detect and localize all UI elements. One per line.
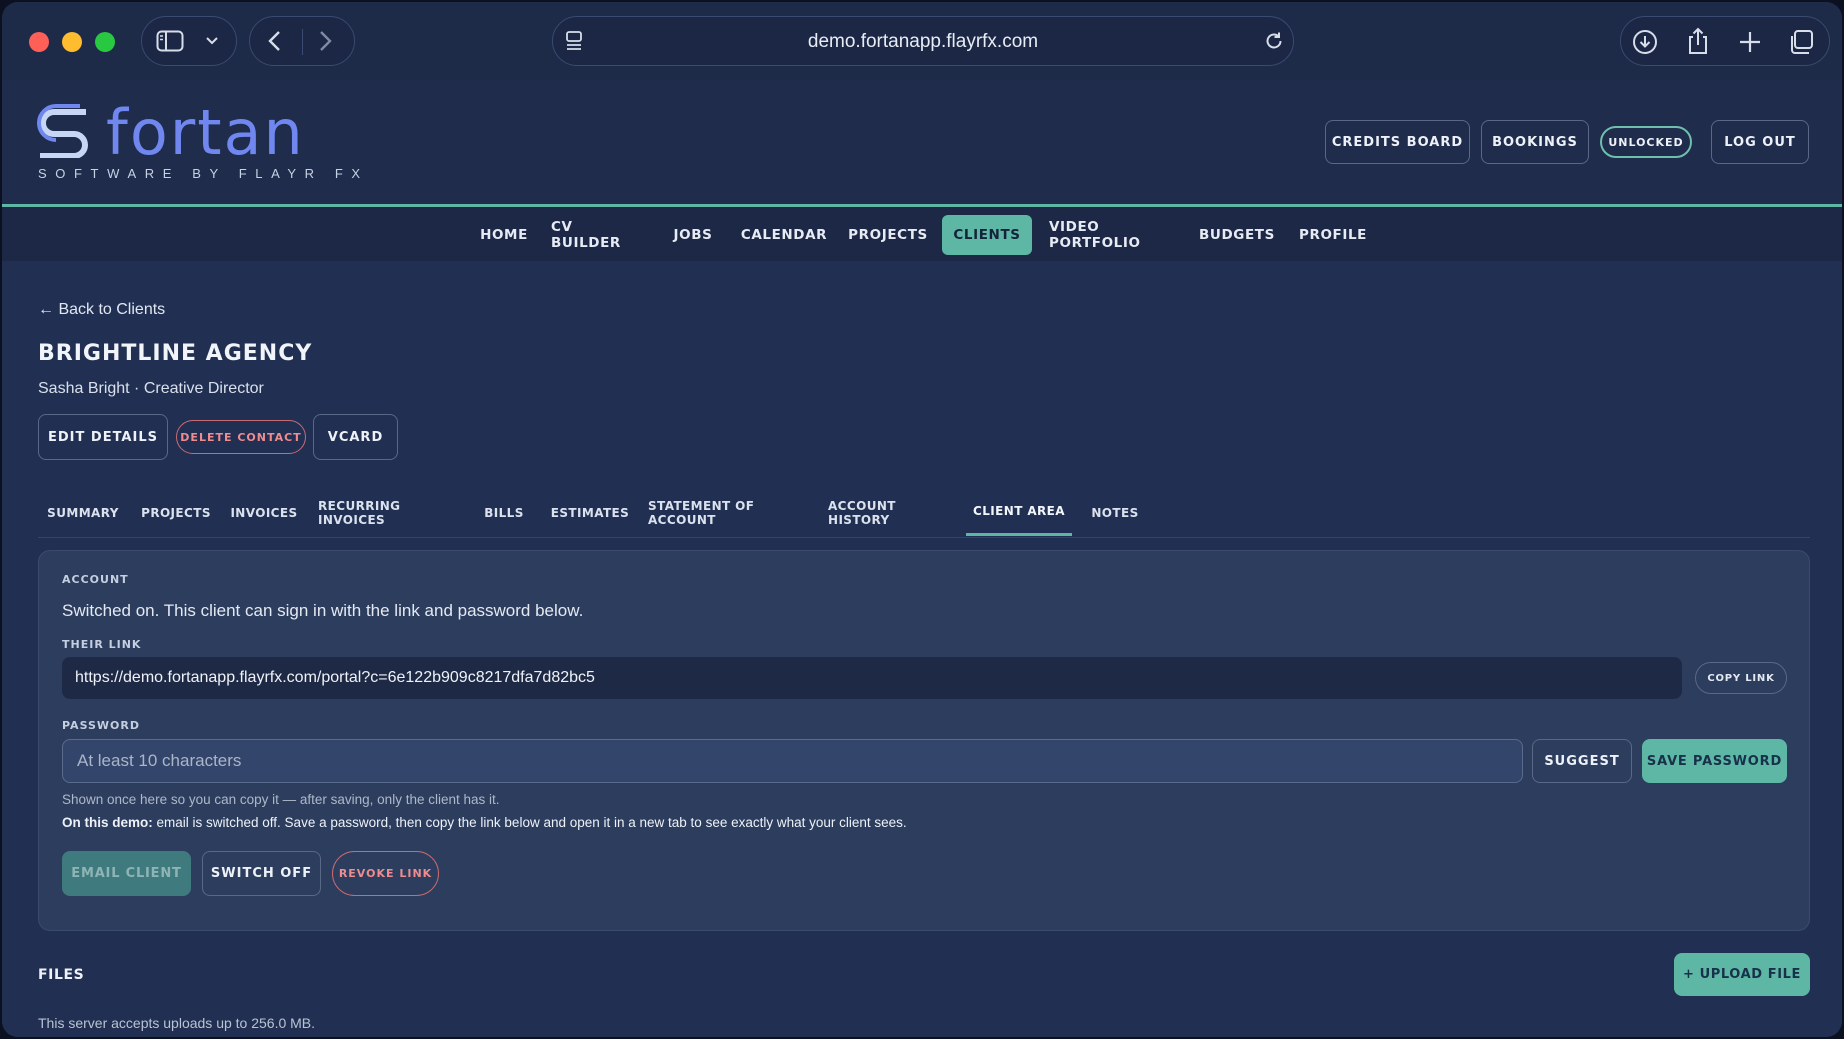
account-label: ACCOUNT [62,573,129,586]
email-client-button[interactable]: EMAIL CLIENT [62,851,191,896]
copy-link-button[interactable]: COPY LINK [1695,662,1787,694]
zoom-window-button[interactable] [95,32,115,52]
nav-clients[interactable]: CLIENTS [942,215,1032,255]
unlocked-badge[interactable]: UNLOCKED [1600,126,1692,158]
client-detail-page: ← Back to Clients BRIGHTLINE AGENCY Sash… [2,261,1842,1037]
chevron-down-icon[interactable] [204,33,220,49]
tab-client-area[interactable]: CLIENT AREA [966,489,1072,536]
nav-video-portfolio[interactable]: VIDEO PORTFOLIO [1049,215,1177,255]
nav-home[interactable]: HOME [472,215,536,255]
their-link-label: THEIR LINK [62,638,142,651]
browser-tools-group [1620,16,1830,66]
bookings-button[interactable]: BOOKINGS [1481,120,1589,164]
demo-note: On this demo: email is switched off. Sav… [62,815,907,830]
account-status: Switched on. This client can sign in wit… [62,601,584,620]
back-to-clients-link[interactable]: ← Back to Clients [38,301,165,319]
save-password-button[interactable]: SAVE PASSWORD [1642,739,1787,783]
brand-name[interactable]: fortan [106,102,305,164]
address-bar[interactable]: demo.fortanapp.flayrfx.com [552,16,1294,66]
nav-profile[interactable]: PROFILE [1297,215,1369,255]
nav-jobs[interactable]: JOBS [664,215,722,255]
password-label: PASSWORD [62,719,141,732]
tab-account-history[interactable]: ACCOUNT HISTORY [828,489,952,536]
brand-tagline: SOFTWARE BY FLAYR FX [38,166,369,181]
back-arrow-icon[interactable] [266,29,284,53]
nav-divider [302,29,303,55]
download-icon[interactable] [1631,28,1659,56]
portal-link-field[interactable]: https://demo.fortanapp.flayrfx.com/porta… [62,657,1682,699]
new-tab-icon[interactable] [1737,29,1763,55]
tab-statement-of-account[interactable]: STATEMENT OF ACCOUNT [648,489,812,536]
sidebar-toggle-group[interactable] [141,16,237,66]
tab-notes[interactable]: NOTES [1086,489,1144,536]
url-text[interactable]: demo.fortanapp.flayrfx.com [553,31,1293,53]
edit-details-button[interactable]: EDIT DETAILS [38,414,168,460]
client-subtitle: Sasha Bright · Creative Director [38,380,264,397]
browser-window: demo.fortanapp.flayrfx.com fortan SOFTWA… [2,2,1842,1037]
page-title: BRIGHTLINE AGENCY [38,341,313,366]
credits-board-button[interactable]: CREDITS BOARD [1325,120,1470,164]
revoke-link-button[interactable]: REVOKE LINK [332,851,439,896]
sidebar-icon[interactable] [156,30,184,52]
delete-contact-button[interactable]: DELETE CONTACT [176,420,306,454]
minimize-window-button[interactable] [62,32,82,52]
upload-file-button[interactable]: + UPLOAD FILE [1674,953,1810,996]
share-icon[interactable] [1685,26,1711,56]
close-window-button[interactable] [29,32,49,52]
browser-toolbar: demo.fortanapp.flayrfx.com [2,2,1842,80]
tab-recurring-invoices[interactable]: RECURRING INVOICES [318,489,460,536]
tab-overview-icon[interactable] [1787,28,1815,56]
client-tabs: SUMMARY PROJECTS INVOICES RECURRING INVO… [38,489,1810,538]
reload-icon[interactable] [1263,30,1285,52]
log-out-button[interactable]: LOG OUT [1711,120,1809,164]
main-nav: HOME CV BUILDER JOBS CALENDAR PROJECTS C… [2,207,1842,261]
switch-off-button[interactable]: SWITCH OFF [202,851,321,896]
suggest-password-button[interactable]: SUGGEST [1532,739,1632,783]
nav-calendar[interactable]: CALENDAR [740,215,828,255]
nav-budgets[interactable]: BUDGETS [1197,215,1277,255]
fortan-logo-icon [36,104,92,163]
tab-projects[interactable]: PROJECTS [140,489,212,536]
tab-bills[interactable]: BILLS [478,489,530,536]
demo-note-label: On this demo: [62,815,153,830]
history-nav-group [249,16,355,66]
password-input[interactable] [62,739,1523,783]
files-heading: FILES [38,967,85,983]
tab-estimates[interactable]: ESTIMATES [548,489,632,536]
client-area-card: ACCOUNT Switched on. This client can sig… [38,550,1810,931]
app-header: fortan SOFTWARE BY FLAYR FX CREDITS BOAR… [2,80,1842,204]
nav-projects[interactable]: PROJECTS [846,215,930,255]
tab-invoices[interactable]: INVOICES [228,489,300,536]
vcard-button[interactable]: VCARD [313,414,398,460]
portal-link-value[interactable]: https://demo.fortanapp.flayrfx.com/porta… [75,669,595,687]
upload-limit-note: This server accepts uploads up to 256.0 … [38,1015,316,1031]
demo-note-text: email is switched off. Save a password, … [152,815,907,830]
forward-arrow-icon[interactable] [316,29,334,53]
password-hint: Shown once here so you can copy it — aft… [62,792,500,807]
nav-cv-builder[interactable]: CV BUILDER [551,215,645,255]
tab-summary[interactable]: SUMMARY [38,489,128,536]
